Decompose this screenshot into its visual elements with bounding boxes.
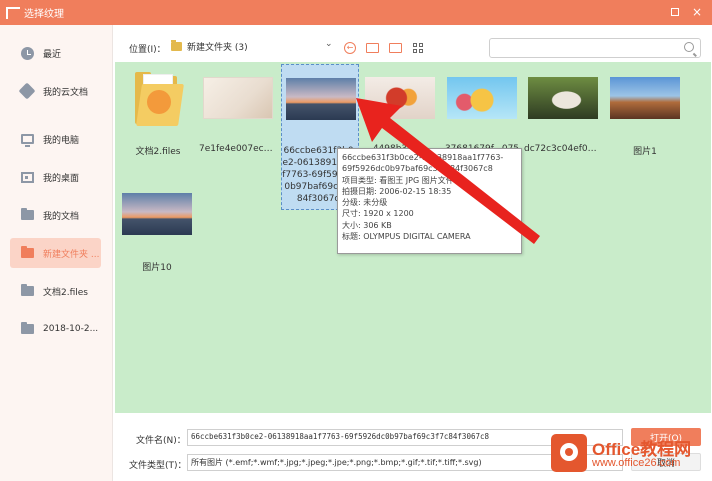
folder-thumbnail [123,68,193,128]
tooltip-line: 大小: 306 KB [342,220,392,230]
office-logo-icon [551,434,587,472]
tooltip-line: 66ccbe631f3b0ce2-06138918aa1f7763- [342,153,504,162]
location-label: 位置(I)： [129,45,166,55]
tooltip-line: 分级: 未分级 [342,198,388,208]
sidebar-item-label: 文档2.files [43,287,88,298]
sidebar: 最近 我的云文档 我的电脑 我的桌面 我的文档 新建文件夹 ... 文档2.fi… [0,25,113,481]
file-name: dc72c3c04ef01f... [524,144,602,154]
tooltip-line: 标题: OLYMPUS DIGITAL CAMERA [342,232,471,242]
new-folder-icon [388,43,402,53]
sidebar-item-cloud-docs[interactable]: 我的云文档 [10,76,101,106]
sidebar-item-label: 我的桌面 [43,173,80,184]
folder-icon [20,322,34,336]
file-item[interactable]: 图片1 [606,64,684,160]
file-item[interactable]: 37681679f...075 [443,64,521,160]
sidebar-item-doc2-files[interactable]: 文档2.files [10,276,101,306]
tooltip-line: 尺寸: 1920 x 1200 [342,209,414,219]
file-name: 7e1fe4e007ece... [199,144,277,154]
back-arrow-icon: ← [344,42,356,54]
close-icon: × [691,5,703,19]
file-item[interactable]: 文档2.files [119,64,197,160]
tooltip-line: 项目类型: 看图王 JPG 图片文件 [342,175,454,185]
file-name: 图片10 [142,263,172,273]
search-icon [684,42,694,52]
file-item[interactable]: 4498b3d4... [361,64,439,160]
computer-icon [20,132,34,147]
image-thumbnail [122,184,192,244]
close-button[interactable]: × [689,4,705,20]
folder-icon [171,40,182,51]
sidebar-item-label: 最近 [43,49,62,60]
view-mode-button[interactable] [411,41,425,55]
tooltip-line: 拍摄日期: 2006-02-15 18:35 [342,186,452,196]
back-button[interactable]: ← [343,41,357,55]
filename-label: 文件名(N)： [136,436,186,446]
chevron-down-icon[interactable]: ⌄ [325,39,333,49]
folder-icon [135,70,184,126]
sidebar-item-desktop[interactable]: 我的桌面 [10,162,101,192]
title-bar: 选择纹理 × [0,0,712,25]
sidebar-item-2018-folder[interactable]: 2018-10-2... [10,314,101,344]
sidebar-item-label: 我的文档 [43,211,80,222]
file-item[interactable]: dc72c3c04ef01f... [524,64,602,160]
sidebar-item-label: 新建文件夹 ... [43,249,100,260]
image-thumbnail [286,69,356,129]
image-thumbnail [528,68,598,128]
file-item[interactable]: 7e1fe4e007ece... [199,64,277,160]
image-thumbnail [610,68,680,128]
cloud-icon [18,82,36,100]
folder-icon [20,208,34,222]
up-folder-button[interactable] [365,41,379,55]
site-watermark: Office教程网 www.office26.com [548,430,712,481]
sidebar-item-label: 我的电脑 [43,135,80,146]
image-thumbnail [203,68,273,128]
sidebar-item-label: 2018-10-2... [43,324,99,334]
folder-icon [20,246,34,260]
location-path-select[interactable]: 新建文件夹 (3) [171,38,336,55]
new-folder-button[interactable] [388,41,402,55]
desktop-icon [20,170,34,184]
folder-icon [20,284,34,298]
location-path-text: 新建文件夹 (3) [187,43,248,53]
sidebar-item-new-folder[interactable]: 新建文件夹 ... [10,238,101,268]
filetype-label: 文件类型(T)： [129,461,187,471]
sidebar-item-recent[interactable]: 最近 [10,38,101,68]
sidebar-item-computer[interactable]: 我的电脑 [10,124,101,154]
file-item[interactable]: 图片10 [118,180,196,276]
location-toolbar: 位置(I)： 新建文件夹 (3) ⌄ ← [113,25,712,62]
image-thumbnail [447,68,517,128]
maximize-button[interactable] [667,4,683,20]
sidebar-item-label: 我的云文档 [43,87,89,98]
sidebar-item-documents[interactable]: 我的文档 [10,200,101,230]
image-thumbnail [365,68,435,128]
watermark-url: www.office26.com [592,457,681,469]
window-title: 选择纹理 [24,9,64,20]
up-folder-icon [365,43,379,53]
tooltip-line: 69f5926dc0b97baf69c3f7c84f3067c8 [342,164,493,174]
maximize-icon [671,8,679,16]
app-logo-icon [6,6,20,19]
grid-view-icon [413,43,423,53]
search-input[interactable] [489,38,701,58]
file-name: 文档2.files [135,147,181,157]
clock-icon [20,46,34,60]
file-name: 图片1 [633,147,657,157]
file-info-tooltip: 66ccbe631f3b0ce2-06138918aa1f7763- 69f59… [337,148,522,254]
